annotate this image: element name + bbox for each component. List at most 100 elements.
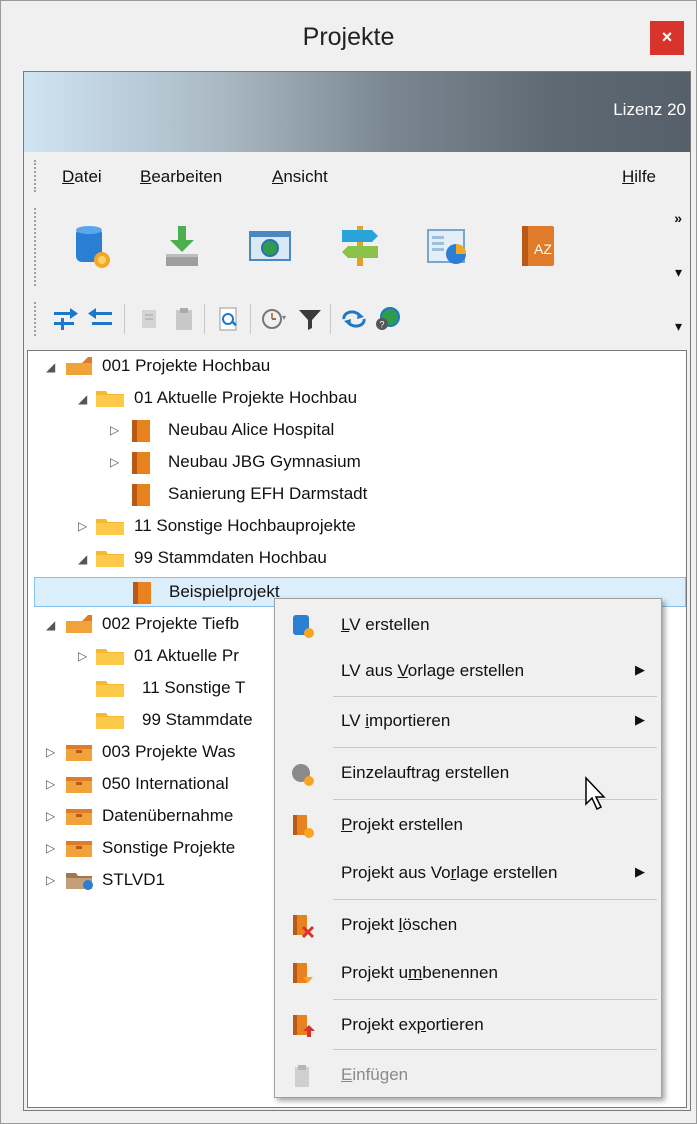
paste-icon	[295, 1065, 309, 1087]
tree-node-label: 003 Projekte Was	[102, 742, 236, 761]
collapsed-arrow-icon[interactable]: ▷	[46, 833, 55, 863]
project-delete-icon	[293, 915, 315, 939]
single-order-icon	[292, 764, 314, 786]
address-book-icon[interactable]: AZ	[514, 222, 562, 270]
menu-lv-aus-vorlage[interactable]: LV aus Vorlage erstellen ▶	[275, 649, 661, 693]
menu-item-label: Projekt erstellen	[341, 815, 463, 834]
tree-node-label: Beispielprojekt	[169, 582, 280, 601]
project-group-icon	[66, 615, 92, 633]
collapsed-arrow-icon[interactable]: ▷	[46, 737, 55, 767]
toolbar-separator	[250, 304, 251, 334]
import-download-icon[interactable]	[158, 222, 206, 270]
collapsed-arrow-icon[interactable]: ▷	[46, 865, 55, 895]
menu-hilfe[interactable]: Hilfe	[622, 167, 656, 187]
menu-projekt-aus-vorlage[interactable]: Projekt aus Vorlage erstellen ▶	[275, 851, 661, 895]
project-icon	[132, 484, 150, 506]
tree-node[interactable]: ▷ Neubau Alice Hospital	[28, 415, 678, 445]
window-title: Projekte	[302, 23, 395, 51]
tree-node-label: Datenübernahme	[102, 806, 234, 825]
tree-node[interactable]: ▷ 11 Sonstige Hochbauprojekte	[28, 511, 678, 541]
folder-icon	[96, 519, 124, 535]
tree-node-label: 11 Sonstige T	[142, 678, 246, 697]
copy-icon[interactable]	[136, 306, 164, 332]
svg-text:?: ?	[380, 320, 385, 330]
menu-lv-importieren[interactable]: LV importieren ▶	[275, 699, 661, 743]
expanded-arrow-icon[interactable]: ◢	[46, 352, 55, 382]
menu-einfuegen[interactable]: Einfügen	[275, 1053, 661, 1097]
main-toolbar: AZ » ▾	[24, 202, 690, 290]
collapse-all-icon[interactable]	[86, 306, 114, 332]
project-group-icon	[66, 841, 92, 857]
menu-projekt-umbenennen[interactable]: Projekt umbenennen	[275, 951, 661, 995]
license-text: Lizenz 20	[613, 100, 686, 119]
tree-node[interactable]: ◢ 001 Projekte Hochbau	[28, 351, 678, 381]
secondary-toolbar: ▾ ? ▾	[24, 292, 690, 344]
signpost-icon[interactable]	[336, 222, 384, 270]
tree-node-label: 99 Stammdaten Hochbau	[134, 548, 327, 567]
paste-icon[interactable]	[170, 306, 198, 332]
tree-node[interactable]: ◢ 99 Stammdaten Hochbau	[28, 543, 678, 573]
folder-icon	[96, 713, 124, 729]
menu-item-label: LV aus Vorlage erstellen	[341, 661, 525, 680]
globe-help-icon[interactable]: ?	[374, 306, 402, 332]
menu-lv-erstellen[interactable]: LV erstellen	[275, 603, 661, 647]
license-banner: Lizenz 20	[24, 72, 690, 152]
database-project-icon	[293, 615, 314, 638]
menu-ansicht[interactable]: Ansicht	[272, 167, 328, 187]
title-bar[interactable]: Projekte ×	[1, 1, 696, 71]
project-group-icon	[66, 809, 92, 825]
menu-separator	[333, 696, 657, 697]
expanded-arrow-icon[interactable]: ◢	[46, 610, 55, 640]
menu-item-label: LV importieren	[341, 711, 451, 730]
tree-node[interactable]: Sanierung EFH Darmstadt	[28, 479, 678, 509]
tree-node-label: 01 Aktuelle Projekte Hochbau	[134, 388, 358, 407]
submenu-arrow-icon: ▶	[635, 662, 645, 677]
timer-icon[interactable]: ▾	[260, 306, 288, 332]
tree-node[interactable]: ▷ Neubau JBG Gymnasium	[28, 447, 678, 477]
folder-icon	[96, 649, 124, 665]
collapsed-arrow-icon[interactable]: ▷	[110, 447, 119, 477]
toolbar-dropdown-icon[interactable]: ▾	[675, 264, 682, 281]
filter-icon[interactable]	[296, 306, 324, 332]
menu-projekt-loeschen[interactable]: Projekt löschen	[275, 903, 661, 947]
expanded-arrow-icon[interactable]: ◢	[78, 384, 87, 414]
menu-item-label: Projekt exportieren	[341, 1015, 484, 1034]
toolbar-separator	[204, 304, 205, 334]
menu-datei[interactable]: Datei	[62, 167, 102, 187]
collapsed-arrow-icon[interactable]: ▷	[46, 801, 55, 831]
tree-node-label: STLVD1	[102, 870, 165, 889]
menu-separator	[333, 747, 657, 748]
collapsed-arrow-icon[interactable]: ▷	[46, 769, 55, 799]
toolbar-separator	[330, 304, 331, 334]
toolbar2-dropdown-icon[interactable]: ▾	[675, 318, 682, 335]
menu-item-label: Einzelauftrag erstellen	[341, 763, 510, 782]
web-window-icon[interactable]	[246, 222, 294, 270]
database-project-icon[interactable]	[68, 222, 116, 270]
expanded-arrow-icon[interactable]: ◢	[78, 544, 87, 574]
tree-node[interactable]: ◢ 01 Aktuelle Projekte Hochbau	[28, 383, 678, 413]
stlvd-folder-icon	[66, 873, 93, 890]
project-export-icon	[293, 1015, 315, 1037]
expand-all-icon[interactable]	[52, 306, 80, 332]
menu-item-label: Projekt löschen	[341, 915, 458, 934]
collapsed-arrow-icon[interactable]: ▷	[110, 415, 119, 445]
project-group-icon	[66, 777, 92, 793]
toolbar2-grip[interactable]	[34, 302, 40, 336]
close-button[interactable]: ×	[650, 21, 684, 55]
collapsed-arrow-icon[interactable]: ▷	[78, 511, 87, 541]
menubar-grip[interactable]	[34, 160, 40, 192]
submenu-arrow-icon: ▶	[635, 864, 645, 879]
tree-node-label: 11 Sonstige Hochbauprojekte	[134, 516, 356, 535]
menu-bearbeiten[interactable]: Bearbeiten	[140, 167, 222, 187]
menu-separator	[333, 999, 657, 1000]
report-chart-icon[interactable]	[424, 222, 472, 270]
toolbar-overflow-icon[interactable]: »	[674, 210, 682, 226]
toolbar-grip[interactable]	[34, 208, 40, 286]
collapsed-arrow-icon[interactable]: ▷	[78, 641, 87, 671]
menu-projekt-exportieren[interactable]: Projekt exportieren	[275, 1003, 661, 1047]
menu-separator	[333, 1049, 657, 1050]
tree-node-label: Neubau JBG Gymnasium	[168, 452, 361, 471]
search-document-icon[interactable]	[214, 306, 242, 332]
sync-icon[interactable]	[340, 306, 368, 332]
project-icon	[132, 452, 150, 474]
